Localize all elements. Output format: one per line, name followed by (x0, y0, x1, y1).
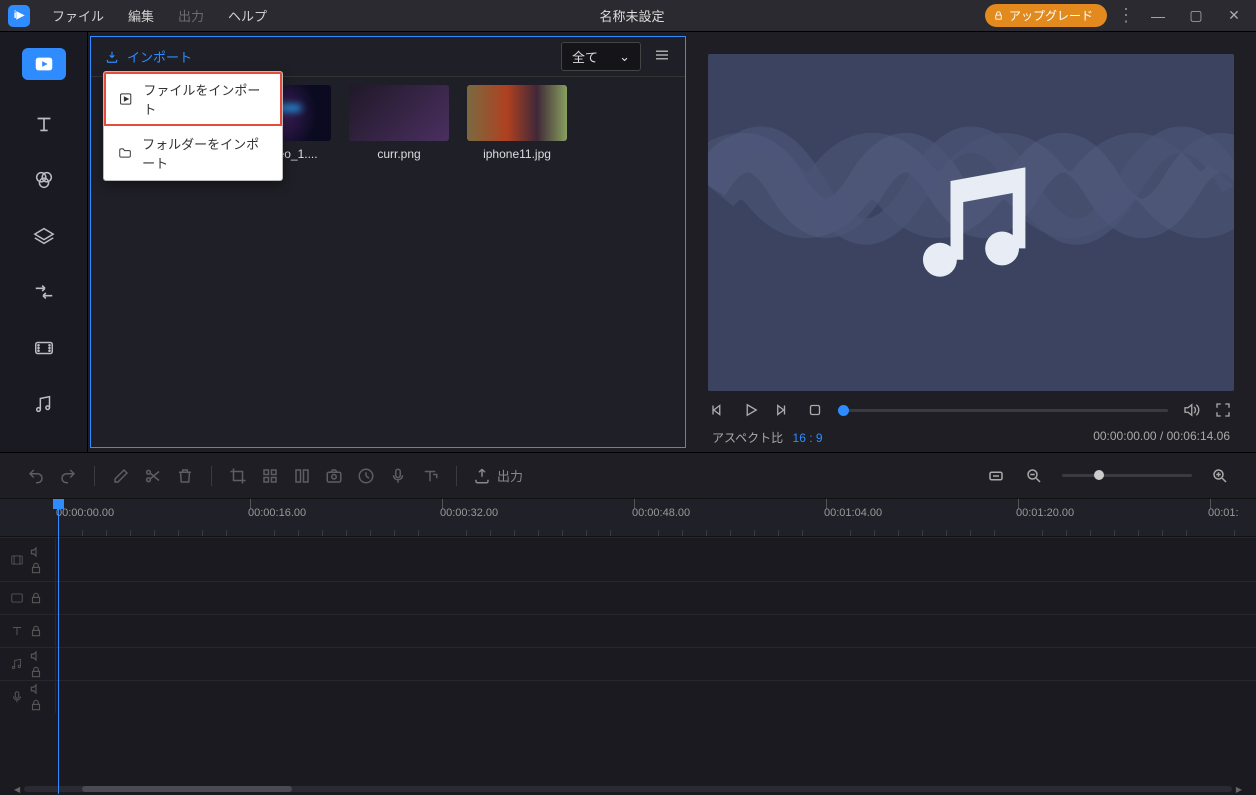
play-button[interactable] (742, 401, 760, 419)
track-video-main[interactable] (0, 537, 1256, 581)
track-video-overlay[interactable] (0, 581, 1256, 614)
zoom-out-button[interactable] (1024, 466, 1044, 486)
media-filter-dropdown[interactable]: 全て ⌄ (561, 42, 641, 71)
undo-button[interactable] (26, 466, 46, 486)
title-bar: i▶ ファイル 編集 出力 ヘルプ 名称未設定 アップグレード ⋮ — ▢ ✕ (0, 0, 1256, 32)
mic-icon (10, 690, 24, 704)
import-menu: ファイルをインポート フォルダーをインポート (103, 71, 283, 181)
film-icon (10, 553, 24, 567)
upgrade-button[interactable]: アップグレード (985, 4, 1107, 27)
freeze-button[interactable] (292, 466, 312, 486)
preview-time: 00:00:00.00 / 00:06:14.06 (1093, 429, 1230, 446)
volume-icon (29, 649, 43, 663)
app-logo: i▶ (8, 5, 30, 27)
music-note-icon (906, 158, 1036, 288)
timeline-scrollbar[interactable]: ◀ ▶ (0, 783, 1256, 795)
media-item[interactable]: iphone11.jpg (467, 85, 567, 161)
seek-bar[interactable] (838, 409, 1168, 412)
rail-media[interactable] (22, 48, 66, 80)
next-frame-button[interactable] (774, 401, 792, 419)
mosaic-button[interactable] (260, 466, 280, 486)
scroll-right-icon[interactable]: ▶ (1232, 785, 1246, 794)
media-panel: インポート 全て ⌄ ⊞ sample.mp3 MyVideo_1.... (90, 36, 686, 448)
import-folder-option[interactable]: フォルダーをインポート (104, 126, 282, 180)
fullscreen-button[interactable] (1214, 401, 1232, 419)
media-item-label: curr.png (349, 147, 449, 161)
import-icon (105, 50, 119, 64)
split-button[interactable] (143, 466, 163, 486)
lock-icon (29, 591, 43, 605)
stop-button[interactable] (806, 401, 824, 419)
track-voiceover[interactable] (0, 680, 1256, 713)
fit-button[interactable] (986, 466, 1006, 486)
tracks-container (0, 537, 1256, 783)
playhead[interactable] (58, 499, 59, 794)
rail-filters[interactable] (16, 156, 72, 204)
volume-button[interactable] (1182, 401, 1200, 419)
delete-button[interactable] (175, 466, 195, 486)
film-icon (10, 591, 24, 605)
lock-icon (29, 698, 43, 712)
chevron-down-icon: ⌄ (619, 49, 630, 65)
export-button[interactable]: 出力 (473, 466, 523, 486)
media-item-label: iphone11.jpg (467, 147, 567, 161)
text-tool-button[interactable] (420, 466, 440, 486)
zoom-in-button[interactable] (1210, 466, 1230, 486)
redo-button[interactable] (58, 466, 78, 486)
seek-handle[interactable] (838, 405, 849, 416)
folder-icon (118, 145, 132, 161)
media-item[interactable]: curr.png (349, 85, 449, 161)
aspect-ratio-value[interactable]: 16 : 9 (793, 431, 823, 445)
more-icon[interactable]: ⋮ (1117, 5, 1134, 26)
menu-edit[interactable]: 編集 (116, 6, 166, 25)
crop-button[interactable] (228, 466, 248, 486)
volume-icon (29, 545, 43, 559)
rail-audio[interactable] (16, 380, 72, 428)
scroll-left-icon[interactable]: ◀ (10, 785, 24, 794)
rail-overlay[interactable] (16, 212, 72, 260)
import-button[interactable]: インポート (105, 47, 192, 66)
lock-icon (29, 665, 43, 679)
close-button[interactable]: ✕ (1220, 7, 1248, 24)
maximize-button[interactable]: ▢ (1182, 7, 1210, 24)
menu-export: 出力 (166, 6, 216, 25)
rail-elements[interactable] (16, 324, 72, 372)
lock-icon (993, 10, 1004, 21)
edit-button[interactable] (111, 466, 131, 486)
timeline-ruler[interactable]: 00:00:00.0000:00:16.0000:00:32.0000:00:4… (0, 499, 1256, 537)
window-title: 名称未設定 (279, 6, 985, 25)
view-toggle-button[interactable] (653, 46, 671, 67)
speed-button[interactable] (356, 466, 376, 486)
track-text[interactable] (0, 614, 1256, 647)
minimize-button[interactable]: — (1144, 8, 1172, 24)
menu-file[interactable]: ファイル (40, 6, 116, 25)
file-play-icon (118, 91, 133, 107)
zoom-slider[interactable] (1062, 474, 1192, 477)
import-file-option[interactable]: ファイルをインポート (104, 72, 282, 126)
music-icon (10, 657, 24, 671)
volume-icon (29, 682, 43, 696)
prev-frame-button[interactable] (710, 401, 728, 419)
track-audio[interactable] (0, 647, 1256, 680)
snapshot-button[interactable] (324, 466, 344, 486)
aspect-label: アスペクト比 16 : 9 (712, 429, 823, 446)
menu-help[interactable]: ヘルプ (216, 6, 279, 25)
lock-icon (29, 624, 43, 638)
left-rail (0, 32, 88, 452)
timeline-area: 出力 00:00:00.0000:00:16.0000:00:32.0000:0… (0, 452, 1256, 795)
preview-canvas (708, 54, 1234, 391)
lock-icon (29, 561, 43, 575)
preview-panel: アスペクト比 16 : 9 00:00:00.00 / 00:06:14.06 (686, 32, 1256, 452)
voiceover-button[interactable] (388, 466, 408, 486)
text-icon (10, 624, 24, 638)
rail-text[interactable] (16, 100, 72, 148)
scrollbar-thumb[interactable] (82, 786, 292, 792)
timeline-toolbar: 出力 (0, 453, 1256, 499)
rail-transition[interactable] (16, 268, 72, 316)
